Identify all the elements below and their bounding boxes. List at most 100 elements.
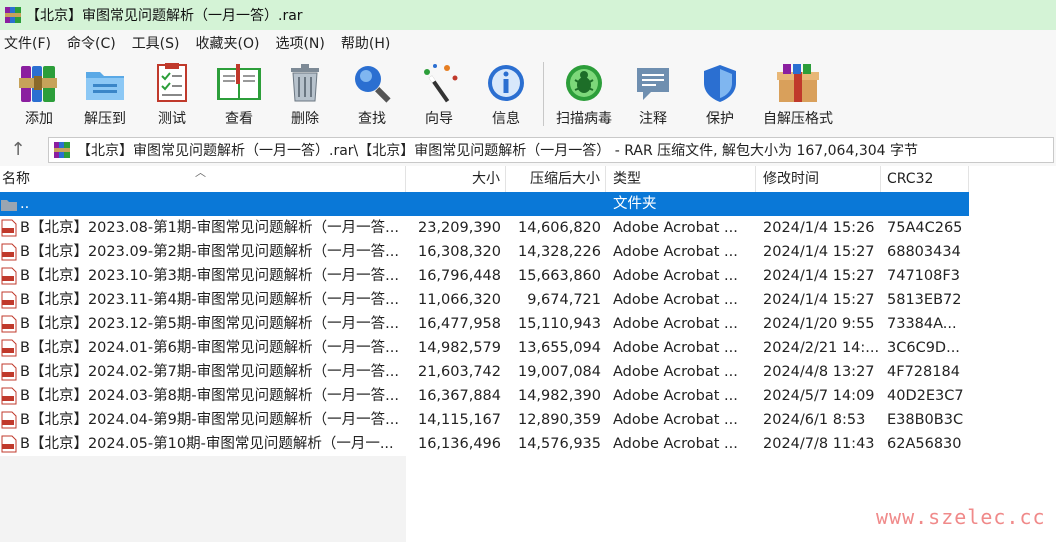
comment-button-label: 注释	[639, 111, 667, 127]
sfx-button[interactable]: 自解压格式	[760, 60, 836, 130]
empty-list-area	[0, 456, 406, 542]
address-bar: ↑ 【北京】审图常见问题解析（一月一答）.rar\【北京】审图常见问题解析（一月…	[0, 134, 1056, 166]
menu-file[interactable]: 文件(F)	[0, 33, 57, 53]
file-packed-size: 15,110,943	[517, 316, 601, 332]
column-packed-header[interactable]: 压缩后大小	[506, 166, 606, 192]
file-row[interactable]: B【北京】2023.08-第1期-审图常见问题解析（一月一答... 23,209,…	[0, 216, 969, 240]
folder-icon	[1, 200, 17, 211]
file-row[interactable]: B【北京】2023.11-第4期-审图常见问题解析（一月一答... 11,066,…	[0, 288, 969, 312]
file-crc: 5813EB72	[887, 292, 962, 308]
sfx-box-icon	[777, 64, 819, 102]
pdf-file-icon	[1, 435, 17, 453]
column-crc-header[interactable]: CRC32	[881, 166, 969, 192]
column-name-header[interactable]: 名称 ︿	[0, 166, 406, 192]
file-modified: 2024/1/4 15:26	[763, 220, 875, 236]
column-size-label: 大小	[472, 171, 500, 187]
file-size: 16,136,496	[417, 436, 501, 452]
column-type-label: 类型	[613, 171, 641, 187]
file-crc: 62A56830	[887, 436, 962, 452]
parent-folder-row[interactable]: .. 文件夹	[0, 192, 969, 216]
menu-favorites[interactable]: 收藏夹(O)	[192, 33, 266, 53]
file-row[interactable]: B【北京】2023.12-第5期-审图常见问题解析（一月一答... 16,477,…	[0, 312, 969, 336]
comment-button[interactable]: 注释	[620, 60, 686, 130]
file-modified: 2024/1/20 9:55	[763, 316, 875, 332]
file-list: 名称 ︿ 大小 压缩后大小 类型 修改时间 CRC32 .. 文件夹 B【北京】…	[0, 166, 1056, 542]
pdf-file-icon	[1, 363, 17, 381]
file-packed-size: 14,328,226	[517, 244, 601, 260]
file-crc: 75A4C265	[887, 220, 963, 236]
column-modified-header[interactable]: 修改时间	[756, 166, 881, 192]
file-row[interactable]: B【北京】2023.10-第3期-审图常见问题解析（一月一答... 16,796,…	[0, 264, 969, 288]
virus-scan-icon	[566, 65, 602, 101]
test-button[interactable]: 测试	[139, 60, 205, 130]
virus-scan-button[interactable]: 扫描病毒	[551, 60, 617, 130]
file-size: 16,367,884	[417, 388, 501, 404]
protect-button[interactable]: 保护	[687, 60, 753, 130]
menu-commands[interactable]: 命令(C)	[63, 33, 122, 53]
find-button[interactable]: 查找	[339, 60, 405, 130]
shield-icon	[704, 65, 736, 102]
file-row[interactable]: B【北京】2024.04-第9期-审图常见问题解析（一月一答... 14,115,…	[0, 408, 969, 432]
column-size-header[interactable]: 大小	[406, 166, 506, 192]
column-modified-label: 修改时间	[763, 171, 819, 187]
parent-folder-type: 文件夹	[613, 196, 657, 212]
comment-icon	[637, 68, 669, 100]
menu-options[interactable]: 选项(N)	[271, 33, 330, 53]
file-modified: 2024/1/4 15:27	[763, 244, 875, 260]
file-crc: E38B0B3C	[887, 412, 964, 428]
pdf-file-icon	[1, 219, 17, 237]
file-name: B【北京】2023.11-第4期-审图常见问题解析（一月一答...	[20, 292, 399, 308]
file-modified: 2024/5/7 14:09	[763, 388, 875, 404]
file-type: Adobe Acrobat ...	[613, 292, 738, 308]
add-button[interactable]: 添加	[6, 60, 72, 130]
file-name: B【北京】2024.04-第9期-审图常见问题解析（一月一答...	[20, 412, 399, 428]
file-name: B【北京】2023.09-第2期-审图常见问题解析（一月一答...	[20, 244, 399, 260]
view-button-label: 查看	[225, 111, 253, 127]
file-row[interactable]: B【北京】2023.09-第2期-审图常见问题解析（一月一答... 16,308,…	[0, 240, 969, 264]
menu-help[interactable]: 帮助(H)	[337, 33, 396, 53]
file-size: 16,308,320	[417, 244, 501, 260]
file-modified: 2024/7/8 11:43	[763, 436, 875, 452]
file-row[interactable]: B【北京】2024.05-第10期-审图常见问题解析（一月一... 16,136,…	[0, 432, 969, 456]
pdf-file-icon	[1, 315, 17, 333]
file-modified: 2024/4/8 13:27	[763, 364, 875, 380]
delete-button[interactable]: 删除	[272, 60, 338, 130]
virus-scan-button-label: 扫描病毒	[556, 111, 612, 127]
pdf-file-icon	[1, 291, 17, 309]
file-type: Adobe Acrobat ...	[613, 340, 738, 356]
menu-bar: 文件(F) 命令(C) 工具(S) 收藏夹(O) 选项(N) 帮助(H)	[0, 30, 1056, 56]
extract-to-button-label: 解压到	[84, 111, 126, 127]
file-crc: 40D2E3C7	[887, 388, 964, 404]
file-row[interactable]: B【北京】2024.03-第8期-审图常见问题解析（一月一答... 16,367,…	[0, 384, 969, 408]
find-button-label: 查找	[358, 111, 386, 127]
file-crc: 747108F3	[887, 268, 960, 284]
file-row[interactable]: B【北京】2024.01-第6期-审图常见问题解析（一月一答... 14,982,…	[0, 336, 969, 360]
pdf-file-icon	[1, 339, 17, 357]
column-type-header[interactable]: 类型	[606, 166, 756, 192]
info-button[interactable]: 信息	[473, 60, 539, 130]
file-modified: 2024/1/4 15:27	[763, 268, 875, 284]
wizard-button[interactable]: 向导	[406, 60, 472, 130]
column-crc-label: CRC32	[887, 171, 934, 187]
file-type: Adobe Acrobat ...	[613, 316, 738, 332]
file-size: 16,477,958	[417, 316, 501, 332]
file-name: B【北京】2023.08-第1期-审图常见问题解析（一月一答...	[20, 220, 399, 236]
info-button-label: 信息	[492, 111, 520, 127]
file-crc: 4F728184	[887, 364, 960, 380]
file-crc: 68803434	[887, 244, 961, 260]
file-type: Adobe Acrobat ...	[613, 268, 738, 284]
file-packed-size: 13,655,094	[517, 340, 601, 356]
pdf-file-icon	[1, 243, 17, 261]
trash-icon	[291, 64, 319, 102]
view-button[interactable]: 查看	[206, 60, 272, 130]
menu-tools[interactable]: 工具(S)	[128, 33, 186, 53]
info-icon	[488, 65, 524, 101]
file-name: B【北京】2024.03-第8期-审图常见问题解析（一月一答...	[20, 388, 399, 404]
up-one-level-icon[interactable]: ↑	[8, 140, 28, 160]
file-size: 14,982,579	[417, 340, 501, 356]
file-name: B【北京】2024.01-第6期-审图常见问题解析（一月一答...	[20, 340, 399, 356]
extract-to-button[interactable]: 解压到	[72, 60, 138, 130]
file-packed-size: 14,576,935	[517, 436, 601, 452]
file-size: 14,115,167	[417, 412, 501, 428]
file-row[interactable]: B【北京】2024.02-第7期-审图常见问题解析（一月一答... 21,603,…	[0, 360, 969, 384]
